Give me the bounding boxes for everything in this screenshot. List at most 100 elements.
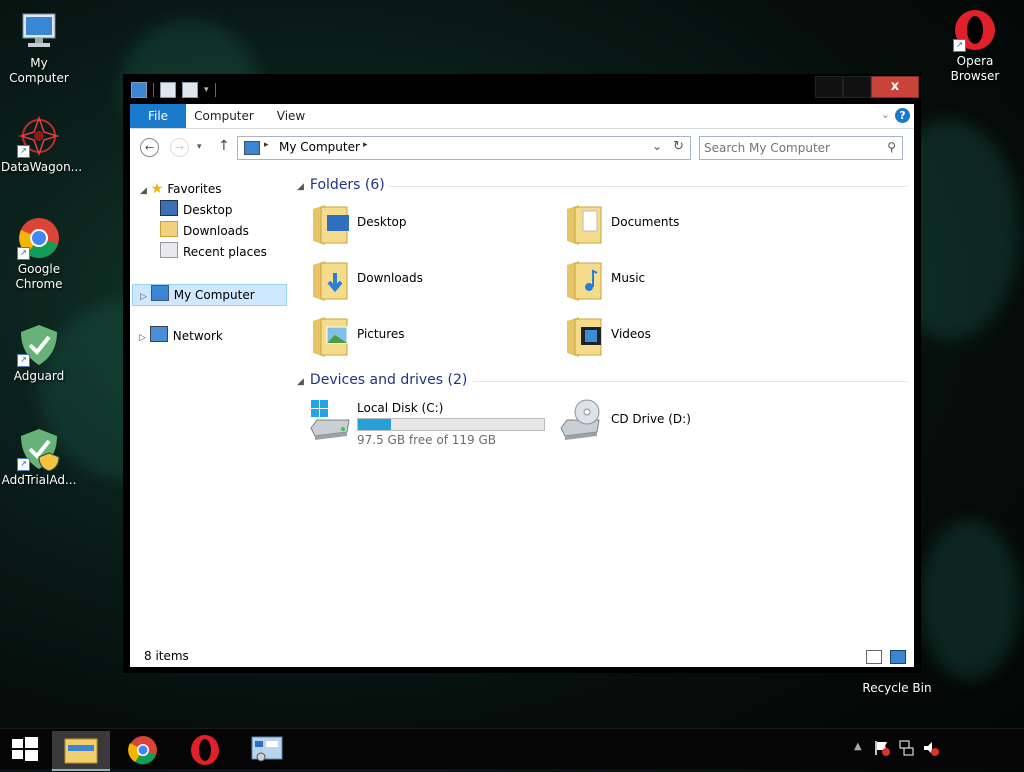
folder-item-desktop[interactable]: Desktop — [307, 201, 547, 251]
content-pane: ◢ Folders (6) Desktop Documents Downloads… — [297, 171, 914, 641]
folder-item-downloads[interactable]: Downloads — [307, 257, 547, 307]
explorer-window: ▾ x File Computer View ⌄ ? ← → ▾ ↑ ▸ My … — [123, 74, 921, 673]
show-hidden-icons-icon[interactable]: ▲ — [854, 741, 862, 752]
drive-label: CD Drive (D:) — [611, 412, 691, 426]
taskbar-control-panel[interactable] — [238, 731, 296, 769]
devices-group-header[interactable]: ◢ Devices and drives (2) — [297, 370, 467, 390]
shortcut-arrow-icon: ↗ — [17, 247, 30, 260]
maximize-button[interactable] — [843, 76, 871, 98]
taskbar-opera[interactable] — [176, 731, 234, 769]
desktop-icon-chrome[interactable]: ↗ Google Chrome — [1, 216, 77, 292]
nav-recent-places[interactable]: Recent places — [160, 242, 267, 262]
desktop-icon-label: Recycle Bin — [862, 681, 932, 695]
shortcut-arrow-icon: ↗ — [17, 354, 30, 367]
pictures-folder-icon — [313, 317, 348, 357]
group-divider — [473, 381, 907, 382]
expand-arrow-icon[interactable]: ◢ — [140, 186, 147, 196]
folder-item-documents[interactable]: Documents — [561, 201, 801, 251]
navigation-pane: ◢ ★ Favorites Desktop Downloads Recent pl… — [130, 171, 290, 641]
nav-desktop[interactable]: Desktop — [160, 200, 233, 220]
opera-icon: ↗ — [953, 8, 997, 52]
datawagon-icon: ↗ — [17, 114, 61, 158]
volume-muted-icon[interactable] — [922, 739, 940, 760]
close-button[interactable]: x — [871, 76, 919, 98]
folder-item-videos[interactable]: Videos — [561, 313, 801, 363]
window-controls: x — [815, 76, 919, 98]
desktop-icon-label: Opera Browser — [950, 54, 1000, 83]
computer-icon[interactable] — [131, 82, 147, 98]
item-count: 8 items — [144, 649, 189, 663]
back-button[interactable]: ← — [140, 138, 159, 157]
computer-icon — [244, 141, 260, 155]
drive-item-c[interactable]: Local Disk (C:) 97.5 GB free of 119 GB — [307, 398, 557, 448]
help-icon[interactable]: ? — [895, 108, 910, 123]
chevron-down-icon[interactable]: ▾ — [204, 85, 209, 95]
taskbar-chrome[interactable] — [114, 731, 172, 769]
folder-item-music[interactable]: Music — [561, 257, 801, 307]
new-folder-icon[interactable] — [182, 82, 198, 98]
desktop-icon-label: Google Chrome — [15, 262, 63, 291]
breadcrumb[interactable]: My Computer — [279, 140, 360, 154]
details-view-icon[interactable] — [866, 650, 882, 664]
folder-item-pictures[interactable]: Pictures — [307, 313, 547, 363]
forward-button[interactable]: → — [170, 138, 189, 157]
address-bar[interactable]: ▸ My Computer ▸ ⌄ ↻ — [237, 136, 691, 160]
title-bar[interactable]: ▾ x — [123, 74, 921, 104]
drive-usage-fill — [358, 419, 392, 430]
tab-file[interactable]: File — [130, 104, 186, 128]
action-center-flag-icon[interactable] — [874, 739, 890, 760]
desktop-icon-addtrialad[interactable]: ↗ AddTrialAd... — [1, 427, 77, 488]
expand-arrow-icon[interactable]: ▷ — [139, 333, 146, 343]
window-client: File Computer View ⌄ ? ← → ▾ ↑ ▸ My Comp… — [130, 104, 914, 667]
desktop-icon-label: Adguard — [13, 369, 65, 383]
folder-label: Documents — [611, 215, 680, 229]
toolbar-divider — [214, 83, 216, 97]
status-bar: 8 items — [130, 646, 914, 667]
chevron-right-icon[interactable]: ▸ — [363, 140, 368, 150]
large-icons-view-icon[interactable] — [890, 650, 906, 664]
nav-label: Desktop — [183, 203, 233, 217]
nav-label: My Computer — [173, 288, 255, 302]
minimize-button[interactable] — [815, 76, 843, 98]
desktop-icon — [160, 200, 178, 216]
properties-icon[interactable] — [160, 82, 176, 98]
desktop-icon-datawagon[interactable]: ↗ DataWagon... — [1, 114, 82, 175]
up-arrow-icon[interactable]: ↑ — [218, 138, 230, 154]
search-input[interactable] — [702, 139, 876, 157]
search-icon[interactable]: ⚲ — [887, 140, 896, 154]
nav-my-computer[interactable]: ▷ My Computer — [132, 284, 287, 306]
folder-label: Pictures — [357, 327, 405, 341]
search-box[interactable]: ⚲ — [699, 136, 903, 160]
chevron-down-icon[interactable]: ⌄ — [881, 108, 890, 121]
refresh-icon[interactable]: ↻ — [673, 139, 684, 154]
network-icon — [149, 326, 168, 342]
desktop-icon-recycle-bin[interactable]: Recycle Bin — [858, 681, 936, 696]
expand-arrow-icon[interactable]: ▷ — [140, 292, 147, 302]
tab-view[interactable]: View — [270, 104, 312, 128]
downloads-folder-icon — [160, 221, 178, 237]
windows-logo-icon — [12, 737, 38, 761]
toolbar-divider — [153, 83, 154, 97]
taskbar-file-explorer[interactable] — [52, 731, 110, 771]
tab-computer[interactable]: Computer — [192, 104, 256, 128]
nav-downloads[interactable]: Downloads — [160, 221, 249, 241]
folder-label: Music — [611, 271, 646, 285]
network-icon[interactable] — [898, 739, 914, 760]
nav-network[interactable]: ▷ Network — [139, 326, 223, 346]
videos-folder-icon — [567, 317, 602, 357]
collapse-arrow-icon[interactable]: ◢ — [297, 182, 304, 192]
desktop-icon-adguard[interactable]: ↗ Adguard — [1, 323, 77, 384]
collapse-arrow-icon[interactable]: ◢ — [297, 377, 304, 387]
start-button[interactable] — [12, 737, 38, 764]
folder-label: Desktop — [357, 215, 407, 229]
recent-locations-icon[interactable]: ▾ — [197, 142, 202, 152]
drive-item-d[interactable]: CD Drive (D:) — [560, 398, 801, 448]
downloads-folder-icon — [313, 261, 348, 301]
desktop-icon-my-computer[interactable]: My Computer — [1, 10, 77, 86]
bokeh-light — [920, 520, 1020, 680]
folders-group-header[interactable]: ◢ Folders (6) — [297, 175, 385, 195]
nav-favorites[interactable]: ◢ ★ Favorites — [140, 179, 222, 199]
chevron-down-icon[interactable]: ⌄ — [652, 139, 662, 153]
desktop-icon-opera[interactable]: ↗ Opera Browser — [937, 8, 1013, 84]
chevron-right-icon[interactable]: ▸ — [264, 140, 269, 150]
